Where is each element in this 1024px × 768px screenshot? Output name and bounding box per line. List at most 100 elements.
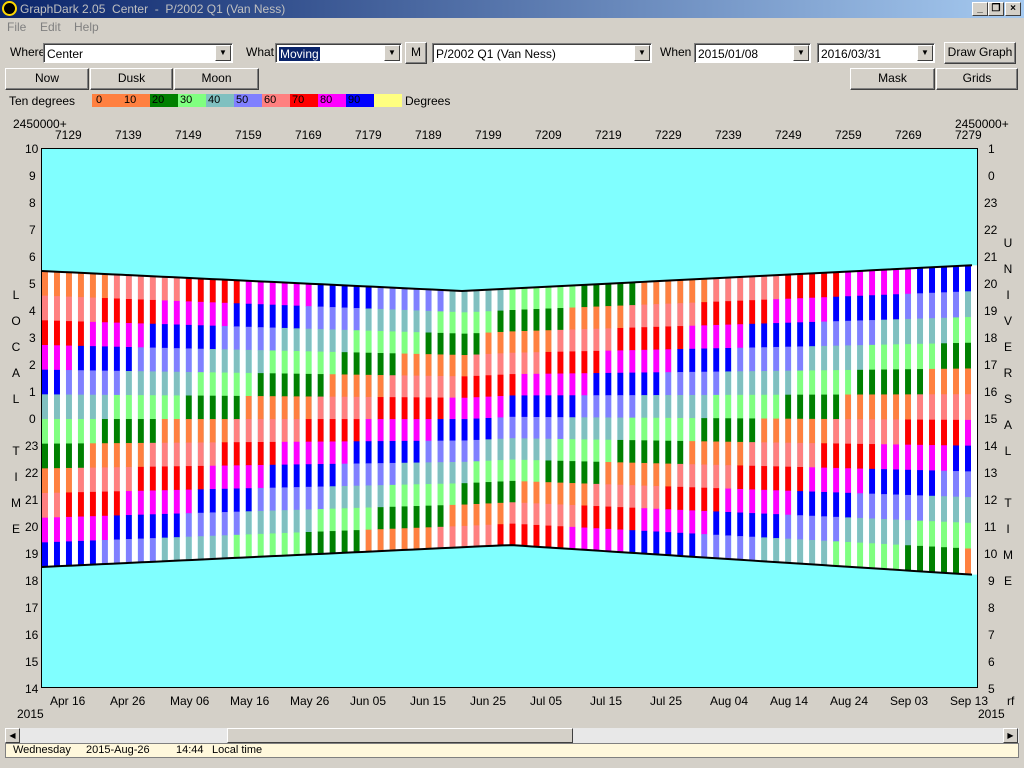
altitude-band [857, 542, 864, 568]
draw-graph-button[interactable]: Draw Graph [944, 42, 1016, 64]
altitude-band [461, 397, 468, 420]
altitude-band [269, 419, 276, 443]
local-hour-label: 23 [25, 439, 39, 453]
local-time-letter: I [14, 470, 18, 484]
altitude-band [485, 503, 492, 526]
altitude-band [281, 419, 288, 443]
altitude-band [173, 300, 180, 326]
graph-canvas[interactable] [41, 149, 977, 687]
darkness-graph[interactable] [41, 148, 978, 688]
altitude-band [689, 533, 696, 558]
chevron-down-icon[interactable]: ▼ [793, 45, 809, 61]
altitude-band [509, 416, 516, 439]
restore-button[interactable]: ❐ [988, 2, 1004, 16]
dusk-button[interactable]: Dusk [90, 68, 173, 90]
altitude-band [929, 343, 936, 370]
what-select[interactable]: Moving ▼ [275, 43, 402, 63]
scroll-thumb[interactable] [227, 728, 573, 743]
chevron-down-icon[interactable]: ▼ [634, 45, 650, 61]
altitude-band [833, 467, 840, 493]
altitude-band [521, 288, 528, 311]
object-select[interactable]: P/2002 Q1 (Van Ness) ▼ [432, 43, 652, 63]
altitude-band [269, 510, 276, 534]
now-button[interactable]: Now [5, 68, 89, 90]
where-select[interactable]: Center ▼ [43, 43, 233, 63]
menu-help[interactable]: Help [74, 20, 99, 34]
menu-edit[interactable]: Edit [40, 20, 61, 34]
altitude-band [593, 306, 600, 330]
altitude-band [425, 289, 432, 312]
scroll-left-icon[interactable]: ◀ [5, 728, 20, 743]
altitude-band [425, 354, 432, 377]
altitude-band [197, 372, 204, 397]
ut-hour-label: 8 [988, 601, 995, 615]
altitude-band [353, 352, 360, 376]
altitude-band [629, 395, 636, 419]
altitude-band [389, 309, 396, 332]
altitude-band [125, 491, 132, 516]
altitude-band [593, 528, 600, 551]
altitude-band [605, 283, 612, 307]
altitude-band [881, 344, 888, 371]
altitude-band [233, 442, 240, 466]
altitude-band [389, 528, 396, 552]
altitude-band [713, 394, 720, 419]
moon-button[interactable]: Moon [174, 68, 259, 90]
altitude-band [257, 281, 264, 305]
altitude-band [401, 309, 408, 333]
altitude-band [773, 490, 780, 515]
m-button[interactable]: M [405, 42, 427, 64]
ut-hour-label: 18 [984, 331, 998, 345]
altitude-band [641, 327, 648, 351]
date-tick-label: May 06 [170, 694, 210, 708]
minimize-button[interactable]: _ [972, 2, 988, 16]
chevron-down-icon[interactable]: ▼ [215, 45, 231, 61]
altitude-band [245, 395, 252, 420]
altitude-band [905, 494, 912, 521]
altitude-band [65, 370, 72, 396]
local-time-letter: L [12, 288, 20, 302]
altitude-band [689, 279, 696, 304]
altitude-band [581, 329, 588, 352]
mask-button[interactable]: Mask [850, 68, 935, 90]
altitude-band [821, 467, 828, 493]
altitude-band [605, 528, 612, 552]
altitude-band [593, 350, 600, 374]
altitude-band [497, 417, 504, 440]
altitude-band [149, 538, 156, 563]
chevron-down-icon[interactable]: ▼ [917, 45, 933, 61]
menu-file[interactable]: File [7, 20, 26, 34]
horizontal-scrollbar[interactable]: ◀ ▶ [5, 728, 1019, 743]
altitude-band [329, 351, 336, 375]
altitude-band [245, 511, 252, 535]
altitude-band [437, 505, 444, 528]
night-gap [575, 285, 582, 550]
altitude-band [665, 486, 672, 510]
altitude-band [42, 468, 48, 494]
start-date-select[interactable]: 2015/01/08 ▼ [694, 43, 811, 63]
altitude-band [317, 374, 324, 398]
altitude-band [389, 441, 396, 464]
scroll-right-icon[interactable]: ▶ [1003, 728, 1018, 743]
end-date-select[interactable]: 2016/03/31 ▼ [817, 43, 935, 63]
date-tick-label: Aug 14 [770, 694, 809, 708]
altitude-band [173, 466, 180, 491]
close-button[interactable]: × [1005, 2, 1021, 16]
window-title: GraphDark 2.05 Center - P/2002 Q1 (Van N… [20, 2, 286, 16]
date-tick-label: Jun 25 [470, 694, 507, 708]
altitude-band [281, 396, 288, 420]
grids-button[interactable]: Grids [936, 68, 1018, 90]
altitude-band [125, 347, 132, 372]
altitude-band [233, 419, 240, 443]
chevron-down-icon[interactable]: ▼ [384, 45, 400, 61]
altitude-band [881, 269, 888, 296]
altitude-band [965, 265, 972, 292]
altitude-band [569, 439, 576, 462]
altitude-band [209, 395, 216, 420]
altitude-band [125, 419, 132, 444]
altitude-band [557, 351, 564, 375]
altitude-band [749, 347, 756, 372]
altitude-band [101, 322, 108, 347]
altitude-band [425, 484, 432, 507]
altitude-band [773, 466, 780, 491]
